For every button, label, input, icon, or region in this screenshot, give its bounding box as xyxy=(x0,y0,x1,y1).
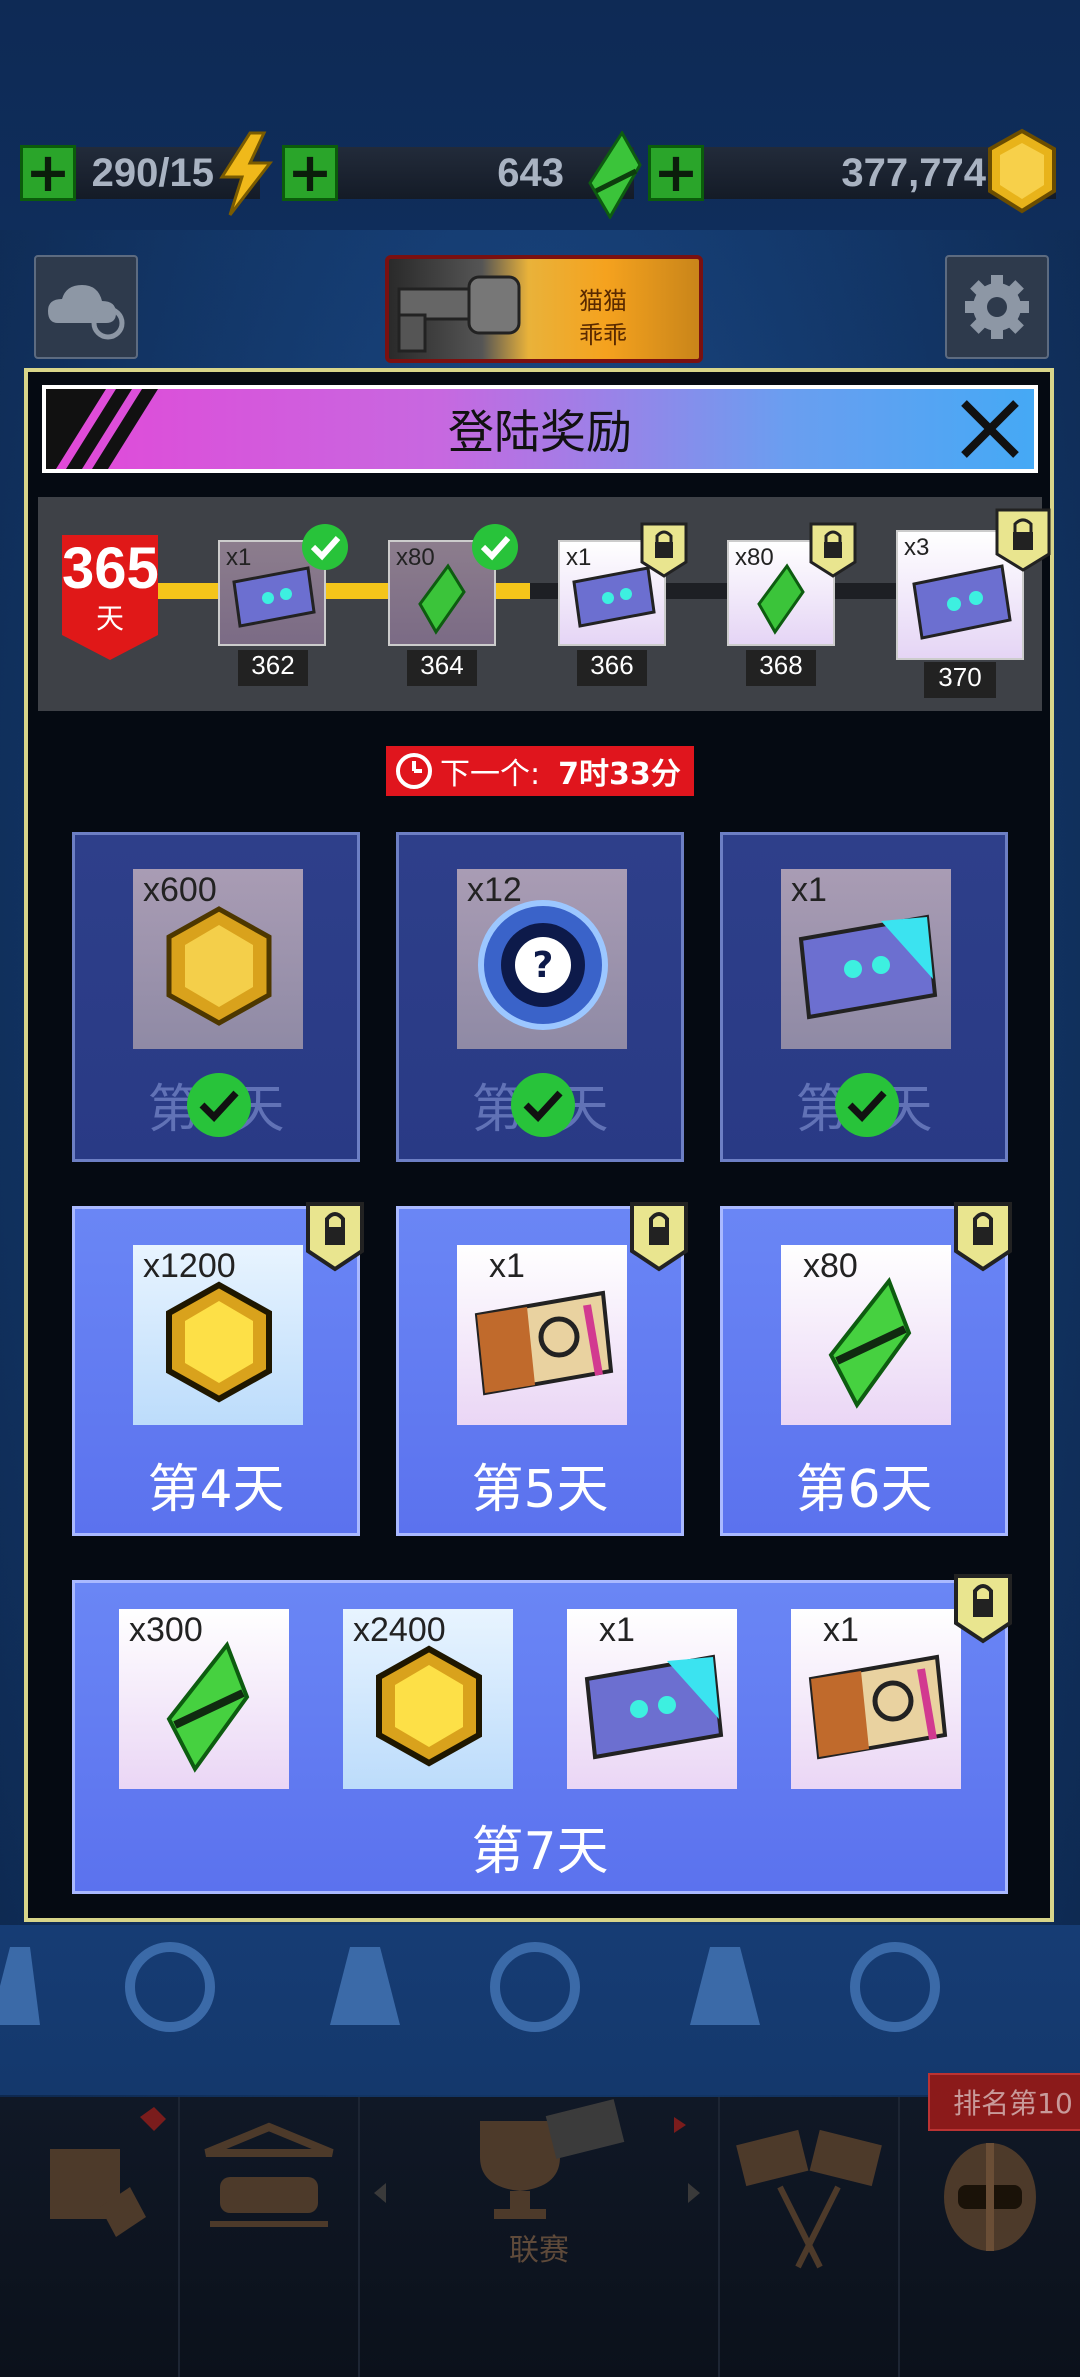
day-label: 第7天 xyxy=(471,1822,609,1882)
streak-day-label: 368 xyxy=(746,650,816,686)
badge-text-1: 猫猫 xyxy=(579,287,627,315)
lock-icon xyxy=(954,1574,1012,1644)
wheel-pattern xyxy=(0,1942,940,2032)
day-1-card[interactable]: x600 第1天 xyxy=(72,832,360,1162)
lock-icon xyxy=(306,1202,364,1272)
exhaust-pipe-icon xyxy=(397,275,521,353)
streak-days-banner: 365 天 xyxy=(62,535,159,660)
streak-days-number: 365 xyxy=(62,536,159,601)
reward-qty: x2400 xyxy=(353,1611,446,1649)
close-icon[interactable] xyxy=(954,393,1026,465)
lightning-icon xyxy=(219,131,274,216)
reward-qty: x300 xyxy=(129,1611,203,1649)
reward-qty: x1 xyxy=(599,1611,635,1649)
gear-icon xyxy=(965,275,1029,339)
reward-tile: x1 xyxy=(791,1609,961,1789)
checkered-flags-icon xyxy=(736,2129,882,2269)
reward-tile: ? x12 xyxy=(457,869,627,1049)
lock-icon xyxy=(630,1202,688,1272)
streak-track-panel xyxy=(38,497,1042,711)
turbo-ticket-icon xyxy=(808,1654,948,1760)
shop-icon xyxy=(50,2107,166,2237)
reward-qty: x1 xyxy=(823,1611,859,1649)
streak-day-label: 364 xyxy=(407,650,477,686)
ticket-icon xyxy=(584,1654,724,1760)
garage-icon xyxy=(204,2122,334,2227)
reward-qty: x1200 xyxy=(143,1247,236,1285)
check-icon xyxy=(511,1073,575,1137)
streak-reward-qty: x80 xyxy=(735,544,774,571)
modal-header: 登陆奖励 xyxy=(42,385,1038,473)
check-icon xyxy=(302,524,348,570)
nav-shop[interactable] xyxy=(0,2097,180,2377)
reward-qty: x12 xyxy=(467,871,522,909)
reward-qty: x1 xyxy=(489,1247,525,1285)
day-label: 第6天 xyxy=(795,1460,933,1520)
reward-tile: x2400 xyxy=(343,1609,513,1789)
add-energy-button[interactable]: + xyxy=(20,145,76,201)
reward-tile: x1 xyxy=(457,1245,627,1425)
badge-text-2: 乖乖 xyxy=(579,321,627,349)
reward-qty: x600 xyxy=(143,871,217,909)
player-badge[interactable]: 猫猫 乖乖 xyxy=(385,255,703,363)
settings-button[interactable] xyxy=(945,255,1049,359)
rank-badge: 排名第10 xyxy=(928,2073,1080,2131)
reward-tile: x1 xyxy=(781,869,951,1049)
trophy-icon xyxy=(374,2099,700,2219)
svg-text:?: ? xyxy=(533,945,554,986)
streak-day-label: 370 xyxy=(924,662,996,698)
reward-qty: x80 xyxy=(803,1247,858,1285)
add-gems-button[interactable]: + xyxy=(282,145,338,201)
day-7-card[interactable]: x300 x2400 x1 x1 第7天 xyxy=(72,1574,1012,1894)
streak-day-label: 362 xyxy=(238,650,308,686)
gold-coin-icon xyxy=(988,128,1056,214)
day-3-card[interactable]: x1 第3天 xyxy=(720,832,1008,1162)
day-5-card[interactable]: x1 第5天 xyxy=(396,1202,688,1536)
check-icon xyxy=(472,524,518,570)
day-2-card[interactable]: ? x12 第2天 xyxy=(396,832,684,1162)
day-label: 第4天 xyxy=(147,1460,285,1520)
streak-day-label: 366 xyxy=(577,650,647,686)
lock-icon xyxy=(809,522,857,578)
green-gem-icon xyxy=(588,131,642,219)
cloud-sync-button[interactable] xyxy=(34,255,138,359)
streak-reward-qty: x1 xyxy=(226,544,252,571)
coins-resource: + 377,774 xyxy=(648,128,1060,214)
energy-resource: + 290/15 xyxy=(20,131,274,216)
reward-qty: x1 xyxy=(791,871,827,909)
reward-tile: x600 xyxy=(133,869,303,1049)
reward-tile: x300 xyxy=(119,1609,289,1789)
streak-reward-qty: x3 xyxy=(904,534,930,561)
streak-reward-qty: x1 xyxy=(566,544,592,571)
nav-league-label: 联赛 xyxy=(509,2233,569,2268)
add-coins-button[interactable]: + xyxy=(648,145,704,201)
day-label: 第5天 xyxy=(471,1460,609,1520)
turbo-ticket-icon xyxy=(474,1290,614,1396)
streak-reward-qty: x80 xyxy=(396,544,435,571)
check-icon xyxy=(187,1073,251,1137)
reward-tile: x80 xyxy=(781,1245,951,1425)
timer-label: 下一个: xyxy=(440,757,541,792)
check-icon xyxy=(835,1073,899,1137)
streak-days-unit: 天 xyxy=(95,602,124,635)
reward-tile: x1200 xyxy=(133,1245,303,1425)
next-reward-timer: 下一个: 7时33分 xyxy=(386,746,694,796)
timer-value: 7时33分 xyxy=(558,757,681,792)
lock-icon xyxy=(995,508,1051,572)
nav-race[interactable] xyxy=(720,2097,900,2377)
gems-resource: + 643 xyxy=(282,131,642,219)
nav-garage[interactable] xyxy=(180,2097,360,2377)
day-4-card[interactable]: x1200 第4天 xyxy=(72,1202,364,1536)
clock-icon xyxy=(396,753,432,789)
day-6-card[interactable]: x80 第6天 xyxy=(720,1202,1012,1536)
lock-icon xyxy=(640,522,688,578)
lock-icon xyxy=(954,1202,1012,1272)
background-tracks xyxy=(0,1925,1080,2095)
nav-league[interactable]: 联赛 xyxy=(360,2097,720,2377)
cloud-sync-icon xyxy=(48,285,125,340)
nav-profile[interactable] xyxy=(900,2097,1080,2377)
reward-tile: x1 xyxy=(567,1609,737,1789)
modal-title: 登陆奖励 xyxy=(448,405,632,459)
